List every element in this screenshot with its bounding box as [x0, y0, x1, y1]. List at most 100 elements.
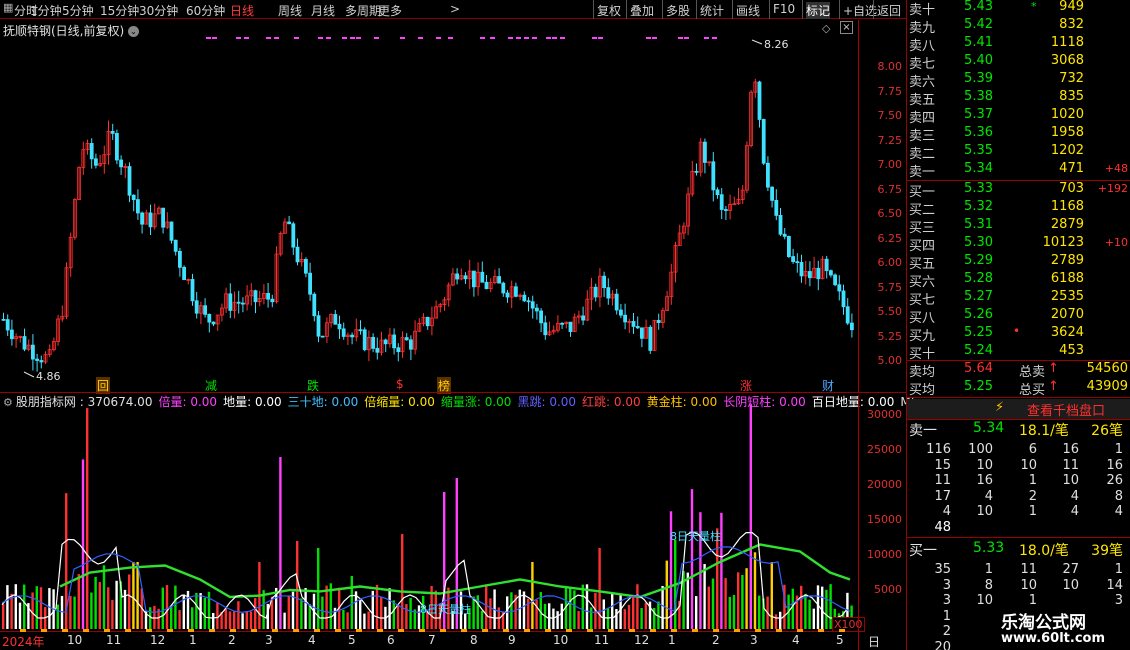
- date-marker: [839, 629, 845, 632]
- candle-body: [770, 186, 774, 201]
- tab-2[interactable]: 5分钟: [62, 2, 94, 19]
- tab-9[interactable]: 多周期: [345, 2, 381, 19]
- detail-cell: 35: [934, 562, 951, 577]
- date-marker: [755, 629, 761, 632]
- volume-bar: [300, 598, 303, 629]
- bid-row[interactable]: 买八 5.26 2070: [907, 307, 1130, 326]
- tool-button-0[interactable]: 复权: [597, 2, 621, 19]
- tool-button-6[interactable]: 标记: [806, 2, 831, 19]
- ask-row[interactable]: 卖八 5.41 1118: [907, 35, 1130, 54]
- ask-row[interactable]: 卖九 5.42 832: [907, 17, 1130, 36]
- tool-button-1[interactable]: 叠加: [630, 2, 654, 19]
- tool-button-5[interactable]: F10: [773, 2, 795, 16]
- candle-body: [497, 276, 502, 284]
- detail-cell: 2: [1028, 488, 1037, 504]
- candle-body: [362, 329, 367, 351]
- candle-body: [94, 158, 98, 166]
- level-price: 5.36: [964, 125, 993, 140]
- ask-row[interactable]: 卖七 5.40 3068: [907, 53, 1130, 72]
- bid-row[interactable]: 买三 5.31 2879: [907, 217, 1130, 236]
- detail-label: 卖一: [909, 423, 937, 439]
- detail-row: 17 4 2 4 8: [907, 489, 1130, 505]
- candle-body: [602, 275, 606, 289]
- volume-bar: [149, 607, 152, 629]
- bid-row[interactable]: 买四 5.30 10123 +10: [907, 235, 1130, 254]
- candle-body: [782, 233, 787, 237]
- tool-button-4[interactable]: 画线: [736, 2, 760, 19]
- tool-button-2[interactable]: 多股: [666, 2, 690, 19]
- candle-body: [606, 287, 611, 299]
- price-tick: 7.25: [877, 133, 903, 147]
- volume-bar: [560, 603, 563, 629]
- candle-body: [110, 130, 115, 134]
- tool-button-8[interactable]: 返回: [877, 2, 901, 19]
- level-volume: 703: [1059, 181, 1084, 196]
- bid-row[interactable]: 买十 5.24 453: [907, 343, 1130, 362]
- tab-7[interactable]: 周线: [278, 2, 302, 19]
- volume-bar: [165, 585, 169, 629]
- candle-body: [526, 300, 531, 303]
- detail-cell: 10: [976, 593, 993, 608]
- tab-1[interactable]: 1分钟: [30, 2, 62, 19]
- volume-bar: [48, 588, 51, 629]
- candle-body: [514, 286, 518, 297]
- date-marker: [503, 629, 509, 632]
- bid-row[interactable]: 买五 5.29 2789: [907, 253, 1130, 272]
- tool-button-3[interactable]: 统计: [700, 2, 724, 19]
- watermark-name: 乐淘公式网: [1001, 613, 1086, 633]
- ask-row[interactable]: 卖三 5.36 1958: [907, 125, 1130, 144]
- bid-row[interactable]: 买七 5.27 2535: [907, 289, 1130, 308]
- detail-price: 5.34: [973, 420, 1005, 436]
- view-depth-button[interactable]: ⚡ 查看千档盘口: [907, 399, 1130, 419]
- arrow-up-icon: ↑: [1048, 379, 1059, 394]
- bid-row[interactable]: 买二 5.32 1168: [907, 199, 1130, 218]
- price-chart[interactable]: 抚顺特钢(日线,前复权) ⌄ ◇ × 8.26 4.86 回减跌 $ 榜涨财: [0, 20, 858, 394]
- volume-bar: [132, 562, 135, 629]
- signal-dot: [652, 37, 657, 39]
- candle-body: [287, 221, 292, 225]
- volume-bar: [758, 595, 761, 629]
- tab-3[interactable]: 15分钟: [100, 2, 139, 19]
- detail-count: 26笔: [1091, 423, 1123, 439]
- indicator-chart[interactable]: ⚙ 股朋指标网 : 370674.00 倍量: 0.00 地量: 0.00 三十地: 0…: [0, 395, 918, 650]
- toolbar-sep: [873, 0, 874, 19]
- bid-row[interactable]: 买一 5.33 703 +192: [907, 181, 1130, 200]
- date-marker: [713, 629, 719, 632]
- tab-6[interactable]: 日线: [230, 2, 254, 19]
- tool-button-7[interactable]: +自选: [843, 2, 877, 19]
- tab-4[interactable]: 30分钟: [139, 2, 178, 19]
- candle-body: [522, 294, 527, 302]
- tab-10[interactable]: 更多: [378, 2, 402, 19]
- detail-cell: 10: [1020, 577, 1037, 593]
- volume-bar: [249, 611, 253, 629]
- candle-body: [581, 315, 585, 321]
- candle-body: [190, 279, 195, 302]
- detail-cell: 11: [934, 473, 951, 488]
- summary-total-label: 总买: [1019, 383, 1046, 398]
- date-label: 2: [228, 633, 236, 647]
- volume-bar: [216, 602, 219, 629]
- tab-5[interactable]: 60分钟: [186, 2, 225, 19]
- ask-row[interactable]: 卖六 5.39 732: [907, 71, 1130, 90]
- date-label: 1: [189, 633, 197, 647]
- ask-row[interactable]: 卖四 5.37 1020: [907, 107, 1130, 126]
- date-label: 12: [150, 633, 166, 647]
- ask-row[interactable]: 卖一 5.34 471 +48: [907, 161, 1130, 180]
- tab-8[interactable]: 月线: [311, 2, 335, 19]
- grid-icon[interactable]: ▦: [3, 1, 13, 14]
- level-volume: 949: [1059, 0, 1084, 14]
- candle-body: [799, 262, 804, 277]
- ask-row[interactable]: 卖二 5.35 1202: [907, 143, 1130, 162]
- bid-row[interactable]: 买六 5.28 6188: [907, 271, 1130, 290]
- level-price: 5.31: [964, 217, 993, 232]
- date-marker: [377, 629, 383, 632]
- detail-row: 4 10 1 4 4: [907, 504, 1130, 520]
- watermark: 乐淘公式网 www.60lt.com: [993, 606, 1130, 650]
- detail-cell: 10: [1062, 473, 1079, 488]
- ask-row[interactable]: 卖五 5.38 835: [907, 89, 1130, 108]
- volume-bar: [396, 605, 400, 629]
- order-book-panel: 卖十 5.43 949 卖九 5.42 832 卖八 5.41 1118 卖七 5.40 3068 卖六…: [906, 0, 1130, 650]
- date-label: 10: [67, 633, 83, 647]
- candle-body: [203, 305, 208, 315]
- ask-row[interactable]: 卖十 5.43 949: [907, 0, 1130, 18]
